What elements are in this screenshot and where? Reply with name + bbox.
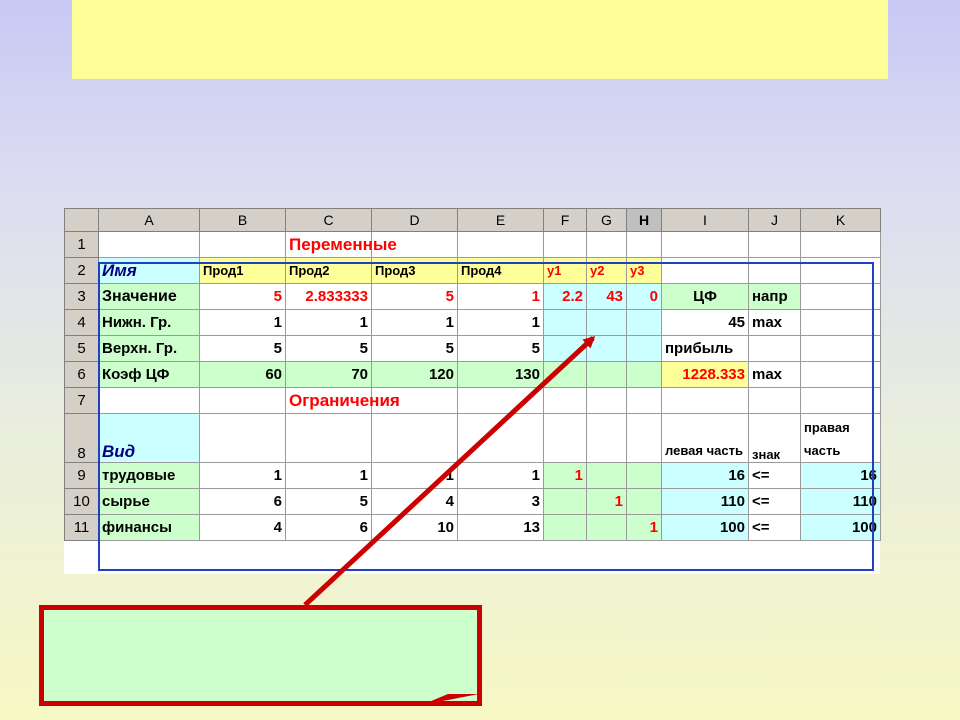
- callout-corner-fold: [424, 694, 479, 704]
- pointer-arrow: [303, 335, 596, 607]
- arrow-overlay: [303, 335, 596, 704]
